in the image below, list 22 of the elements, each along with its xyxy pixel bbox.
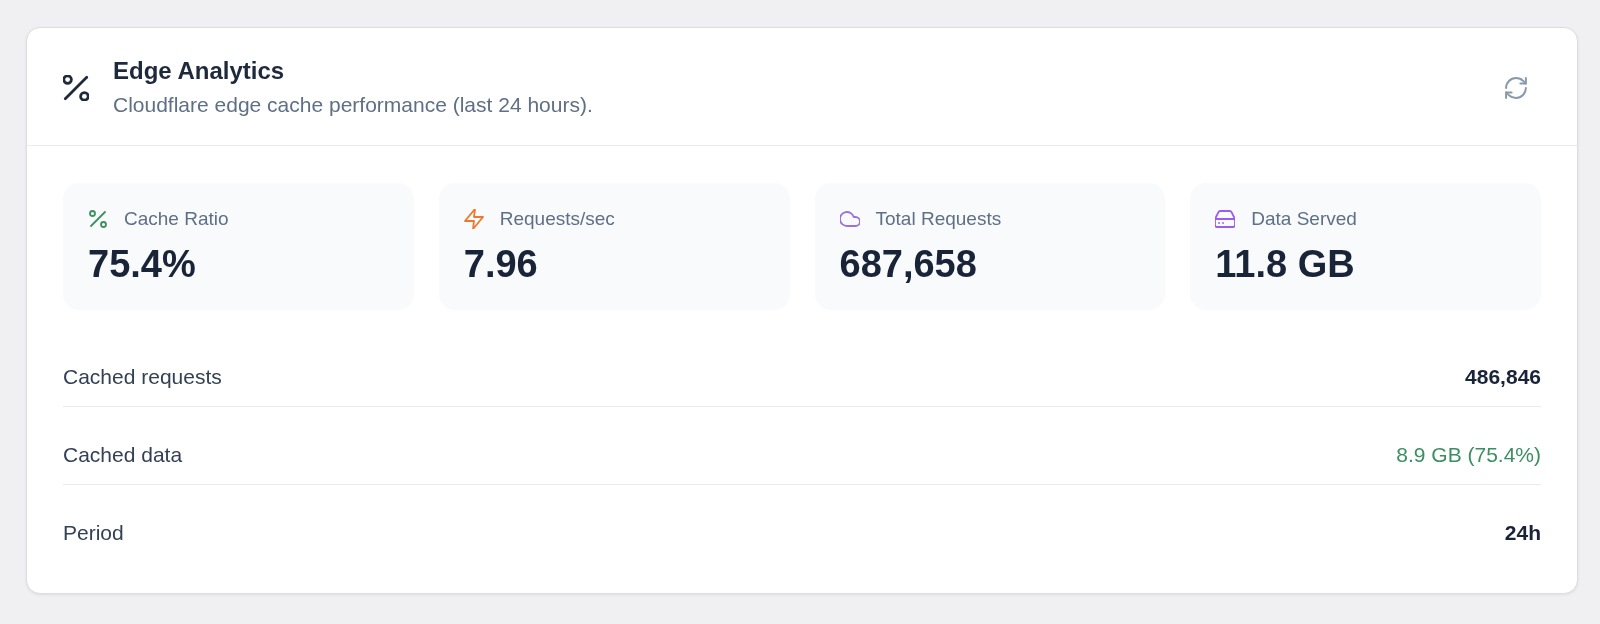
hard-drive-icon <box>1215 209 1236 229</box>
stat-label: Cache Ratio <box>124 207 229 231</box>
detail-label: Period <box>63 520 124 546</box>
stat-value: 11.8 GB <box>1215 242 1356 286</box>
detail-value: 486,846 <box>1465 364 1541 390</box>
stat-value: 7.96 <box>463 242 539 286</box>
detail-value: 8.9 GB (75.4%) <box>1396 442 1541 468</box>
detail-label: Cached data <box>63 442 183 468</box>
refresh-icon <box>1505 77 1527 99</box>
cloud-icon <box>839 209 860 229</box>
stat-label: Requests/sec <box>499 207 615 231</box>
detail-value: 24h <box>1504 520 1541 546</box>
card-subtitle: Cloudflare edge cache performance (last 24 hours). <box>113 92 594 118</box>
detail-label: Cached requests <box>63 364 222 390</box>
percent-icon <box>88 209 108 229</box>
stat-label: Total Requests <box>875 207 1002 231</box>
stat-value: 75.4% <box>88 242 197 286</box>
stat-value: 687,658 <box>839 242 978 286</box>
percent-icon <box>63 75 89 101</box>
stat-label: Data Served <box>1251 207 1357 231</box>
lightning-bolt-icon <box>463 209 484 229</box>
card-title: Edge Analytics <box>113 57 286 85</box>
